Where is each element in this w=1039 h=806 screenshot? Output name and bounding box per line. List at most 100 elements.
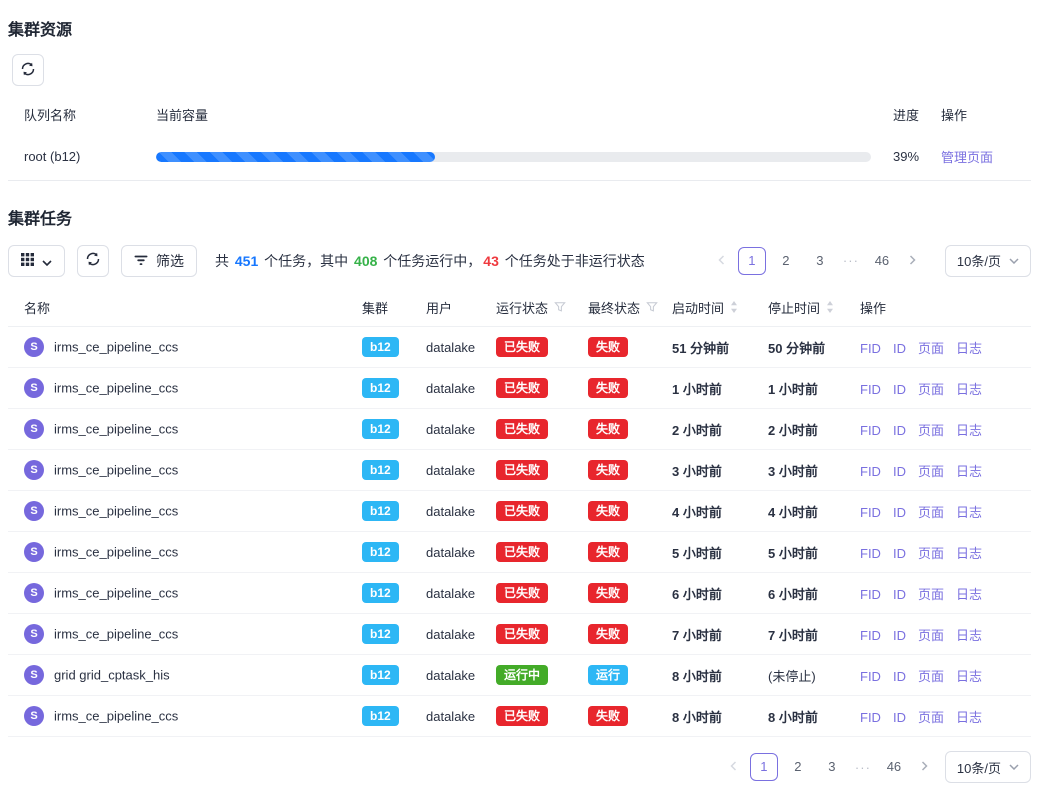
final-status-badge: 失败 [588,542,628,562]
row-action-id[interactable]: ID [893,464,906,479]
manage-page-link[interactable]: 管理页面 [941,150,993,165]
row-action-fid[interactable]: FID [860,669,881,684]
page-ellipsis[interactable]: ··· [837,253,865,268]
row-action-id[interactable]: ID [893,669,906,684]
stop-time: 1 小时前 [760,368,852,409]
capacity-progress-bar [156,152,871,162]
row-action-fid[interactable]: FID [860,710,881,725]
page-button-3[interactable]: 3 [806,247,834,275]
row-action-fid[interactable]: FID [860,505,881,520]
row-action-log[interactable]: 日志 [956,710,982,725]
row-action-page[interactable]: 页面 [918,464,944,479]
stop-time: (未停止) [760,655,852,696]
row-action-log[interactable]: 日志 [956,341,982,356]
chevron-down-icon [1009,764,1019,770]
start-time: 3 小时前 [664,450,760,491]
prev-page-button[interactable] [709,247,735,275]
row-action-fid[interactable]: FID [860,587,881,602]
row-action-page[interactable]: 页面 [918,341,944,356]
resources-refresh-button[interactable] [12,54,44,86]
row-action-page[interactable]: 页面 [918,546,944,561]
row-action-log[interactable]: 日志 [956,464,982,479]
nonrunning-count: 43 [481,253,501,269]
cluster-badge: b12 [362,419,399,439]
table-row: Sgrid grid_cptask_hisb12datalake运行中运行8 小… [8,655,1031,696]
user-cell: datalake [418,655,488,696]
page-ellipsis[interactable]: ··· [849,760,877,775]
grid-icon [21,253,34,269]
run-status-badge: 已失败 [496,542,548,562]
user-cell: datalake [418,327,488,368]
page-button-3[interactable]: 3 [818,753,846,781]
next-page-button[interactable] [899,247,925,275]
queue-name: root (b12) [8,134,148,180]
row-action-fid[interactable]: FID [860,546,881,561]
stop-time: 4 小时前 [760,491,852,532]
next-page-button[interactable] [911,753,937,781]
start-time: 8 小时前 [664,696,760,737]
row-action-page[interactable]: 页面 [918,628,944,643]
page-size-select[interactable]: 10条/页 [945,245,1031,277]
run-status-badge: 已失败 [496,624,548,644]
final-status-badge: 失败 [588,624,628,644]
page-button-1[interactable]: 1 [750,753,778,781]
chevron-right-icon [919,758,929,776]
row-action-page[interactable]: 页面 [918,587,944,602]
stop-time-sort-icon[interactable] [826,301,834,313]
row-action-log[interactable]: 日志 [956,382,982,397]
row-action-log[interactable]: 日志 [956,628,982,643]
user-cell: datalake [418,532,488,573]
final-status-badge: 失败 [588,378,628,398]
column-settings-button[interactable] [8,245,65,277]
user-cell: datalake [418,409,488,450]
row-action-id[interactable]: ID [893,710,906,725]
row-action-log[interactable]: 日志 [956,587,982,602]
row-action-log[interactable]: 日志 [956,423,982,438]
row-action-id[interactable]: ID [893,628,906,643]
final-status-filter-icon[interactable] [646,301,658,313]
cluster-badge: b12 [362,501,399,521]
col-user: 用户 [418,289,488,327]
col-task-action: 操作 [852,289,1031,327]
pagination: 123···46 [721,753,937,781]
row-action-id[interactable]: ID [893,505,906,520]
spark-avatar-icon: S [24,460,44,480]
run-status-filter-icon[interactable] [554,301,566,313]
table-row: Sirms_ce_pipeline_ccsb12datalake已失败失败6 小… [8,573,1031,614]
row-action-page[interactable]: 页面 [918,669,944,684]
final-status-badge: 失败 [588,460,628,480]
page-button-2[interactable]: 2 [784,753,812,781]
filter-button[interactable]: 筛选 [121,245,197,277]
col-stop-time: 停止时间 [768,298,820,317]
row-action-id[interactable]: ID [893,587,906,602]
row-action-page[interactable]: 页面 [918,382,944,397]
row-action-log[interactable]: 日志 [956,669,982,684]
row-action-id[interactable]: ID [893,341,906,356]
page-button-1[interactable]: 1 [738,247,766,275]
col-cluster: 集群 [354,289,418,327]
row-action-page[interactable]: 页面 [918,505,944,520]
row-action-id[interactable]: ID [893,546,906,561]
page-button-2[interactable]: 2 [772,247,800,275]
row-action-fid[interactable]: FID [860,464,881,479]
row-action-fid[interactable]: FID [860,628,881,643]
row-action-log[interactable]: 日志 [956,505,982,520]
row-action-log[interactable]: 日志 [956,546,982,561]
row-action-fid[interactable]: FID [860,341,881,356]
page-size-select[interactable]: 10条/页 [945,751,1031,783]
tasks-refresh-button[interactable] [77,245,109,277]
filter-button-label: 筛选 [156,251,184,271]
row-action-page[interactable]: 页面 [918,710,944,725]
row-action-id[interactable]: ID [893,423,906,438]
page-button-46[interactable]: 46 [880,753,908,781]
row-action-fid[interactable]: FID [860,382,881,397]
row-action-fid[interactable]: FID [860,423,881,438]
row-action-id[interactable]: ID [893,382,906,397]
chevron-right-icon [907,252,917,270]
resources-header-row: 队列名称 当前容量 进度 操作 [8,94,1031,134]
start-time-sort-icon[interactable] [730,301,738,313]
tasks-section-title: 集群任务 [8,205,1031,229]
page-button-46[interactable]: 46 [868,247,896,275]
row-action-page[interactable]: 页面 [918,423,944,438]
prev-page-button[interactable] [721,753,747,781]
